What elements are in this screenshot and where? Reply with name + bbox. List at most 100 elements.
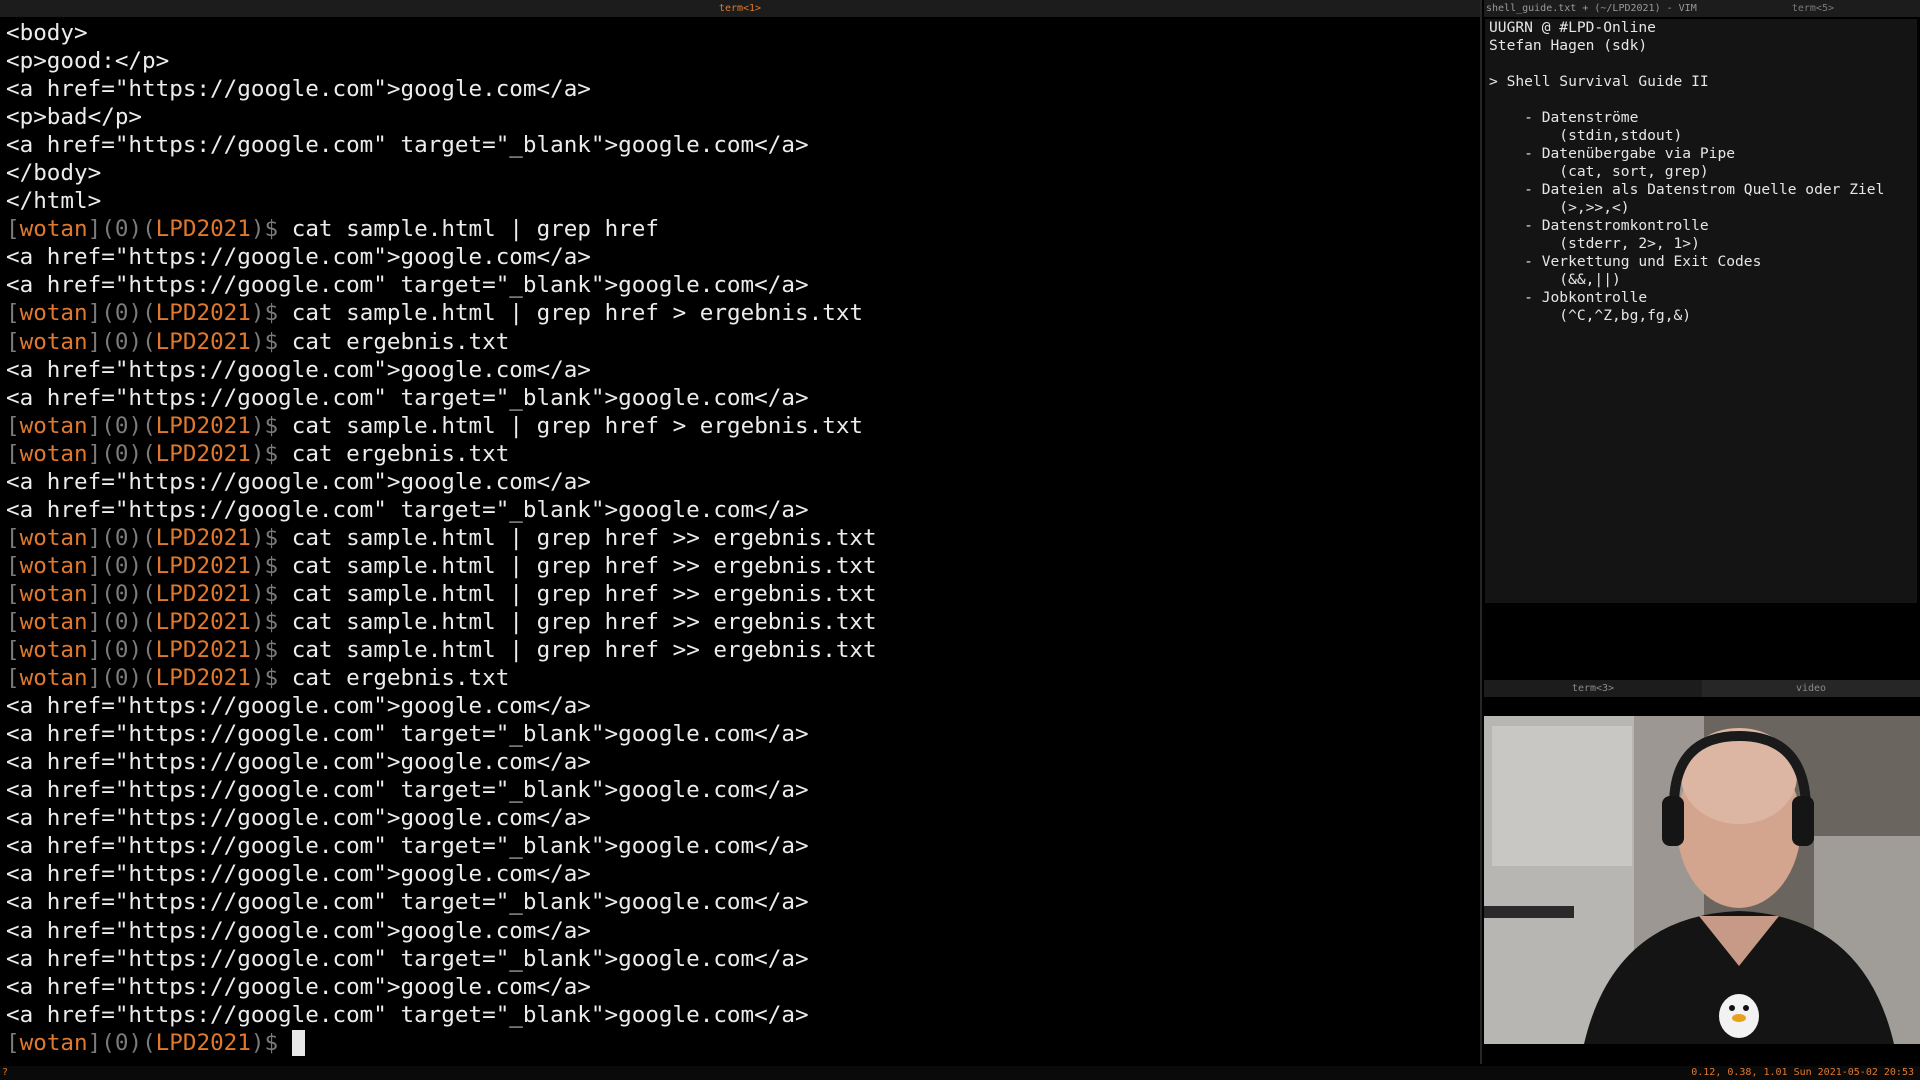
vim-line: - Datenstromkontrolle: [1489, 217, 1709, 234]
output-line: <a href="https://google.com">google.com<…: [6, 749, 591, 776]
command-text: cat sample.html | grep href >> ergebnis.…: [291, 552, 877, 579]
prompt-host: LPD2021: [155, 524, 251, 551]
command-text: cat sample.html | grep href: [291, 216, 659, 243]
prompt-host: LPD2021: [155, 580, 251, 607]
prompt-symbol: $: [264, 580, 292, 607]
vim-line: (stdin,stdout): [1489, 127, 1683, 144]
prompt-user: wotan: [19, 552, 88, 579]
bracket: [: [6, 637, 20, 664]
bracket: ]: [87, 637, 102, 664]
bracket: (: [101, 328, 115, 355]
prompt-user: wotan: [19, 328, 88, 355]
bracket: ): [250, 524, 265, 551]
prompt-exit-status: 0: [114, 216, 129, 243]
output-line: <a href="https://google.com">google.com<…: [6, 356, 591, 383]
prompt-exit-status: 0: [114, 608, 129, 635]
prompt-user: wotan: [19, 300, 88, 327]
bracket: (: [101, 216, 115, 243]
output-line: <a href="https://google.com" target="_bl…: [6, 132, 809, 159]
bracket: (: [142, 580, 156, 607]
bracket: [: [6, 608, 20, 635]
status-left: ?: [2, 1067, 9, 1078]
terminal-cursor: [291, 1029, 305, 1056]
video-tabbar: term<3> video: [1484, 680, 1920, 697]
terminal-pane-main[interactable]: term<1> <body> <p>good:</p> <a href="https…: [0, 0, 1482, 1064]
prompt-user: wotan: [19, 608, 88, 635]
prompt-symbol: $: [264, 637, 292, 664]
vim-editor[interactable]: UUGRN @ #LPD-Online Stefan Hagen (sdk) > S…: [1485, 19, 1917, 603]
output-line: </body>: [6, 160, 102, 187]
prompt-symbol: $: [264, 300, 292, 327]
vim-line: - Verkettung und Exit Codes: [1489, 253, 1762, 270]
bracket: (: [101, 440, 115, 467]
output-line: <a href="https://google.com" target="_bl…: [6, 945, 809, 972]
bracket: (: [142, 637, 156, 664]
output-line: </html>: [6, 188, 102, 215]
vim-line: UUGRN @ #LPD-Online: [1489, 19, 1656, 36]
prompt-user: wotan: [19, 665, 88, 692]
vim-tab-term5[interactable]: term<5>: [1792, 0, 1834, 17]
vim-line: (^C,^Z,bg,fg,&): [1489, 307, 1692, 324]
vim-line: - Datenübergabe via Pipe: [1489, 145, 1736, 162]
prompt-host: LPD2021: [155, 328, 251, 355]
prompt-host: LPD2021: [155, 412, 251, 439]
prompt-user: wotan: [19, 637, 88, 664]
output-line: <a href="https://google.com" target="_bl…: [6, 833, 809, 860]
output-line: <p>bad</p>: [6, 104, 143, 131]
bracket: ]: [87, 440, 102, 467]
prompt-exit-status: 0: [114, 412, 129, 439]
output-line: <a href="https://google.com">google.com<…: [6, 244, 591, 271]
status-bar: ? 0.12, 0.38, 1.01 Sun 2021-05-02 20:53: [0, 1066, 1920, 1080]
bracket: ): [128, 412, 143, 439]
bracket: ): [128, 637, 143, 664]
bracket: ): [250, 637, 265, 664]
prompt-user: wotan: [19, 216, 88, 243]
terminal-output[interactable]: <body> <p>good:</p> <a href="https://googl…: [6, 19, 1480, 1064]
bracket: (: [101, 412, 115, 439]
prompt-line: [wotan](0)(LPD2021)$ cat ergebnis.txt: [6, 328, 1480, 356]
bracket: ]: [87, 300, 102, 327]
prompt-symbol: $: [264, 412, 292, 439]
bracket: [: [6, 300, 20, 327]
bracket: ): [128, 328, 143, 355]
output-line: <a href="https://google.com" target="_bl…: [6, 1001, 809, 1028]
bracket: ): [128, 580, 143, 607]
bracket: (: [101, 665, 115, 692]
bracket: ]: [87, 665, 102, 692]
prompt-line: [wotan](0)(LPD2021)$ cat sample.html | g…: [6, 580, 1480, 608]
bracket: ): [250, 665, 265, 692]
bracket: ]: [87, 1029, 102, 1056]
vim-pane[interactable]: shell_guide.txt + (~/LPD2021) - VIM term…: [1484, 0, 1920, 680]
prompt-host: LPD2021: [155, 608, 251, 635]
bracket: [: [6, 552, 20, 579]
bracket: ): [250, 300, 265, 327]
prompt-user: wotan: [19, 412, 88, 439]
prompt-line: [wotan](0)(LPD2021)$ cat sample.html | g…: [6, 636, 1480, 664]
output-line: <a href="https://google.com" target="_bl…: [6, 889, 809, 916]
bracket: [: [6, 440, 20, 467]
prompt-exit-status: 0: [114, 665, 129, 692]
output-line: <a href="https://google.com">google.com<…: [6, 805, 591, 832]
tab-video[interactable]: video: [1702, 680, 1920, 697]
vim-line: [1489, 55, 1917, 73]
bracket: (: [142, 665, 156, 692]
bracket: (: [101, 524, 115, 551]
bracket: ]: [87, 524, 102, 551]
terminal-title: term<1>: [0, 0, 1480, 17]
prompt-symbol: $: [264, 552, 292, 579]
tab-term3[interactable]: term<3>: [1484, 680, 1702, 697]
bracket: [: [6, 524, 20, 551]
command-text: cat sample.html | grep href > ergebnis.t…: [291, 300, 864, 327]
bracket: ): [250, 440, 265, 467]
prompt-host: LPD2021: [155, 300, 251, 327]
bracket: ): [128, 300, 143, 327]
bracket: ): [250, 1029, 265, 1056]
bracket: (: [101, 300, 115, 327]
command-text: cat sample.html | grep href > ergebnis.t…: [291, 412, 864, 439]
prompt-user: wotan: [19, 440, 88, 467]
bracket: ]: [87, 580, 102, 607]
bracket: [: [6, 328, 20, 355]
output-line: <a href="https://google.com">google.com<…: [6, 693, 591, 720]
prompt-symbol: $: [264, 1029, 292, 1056]
vim-line: - Datenströme: [1489, 109, 1639, 126]
